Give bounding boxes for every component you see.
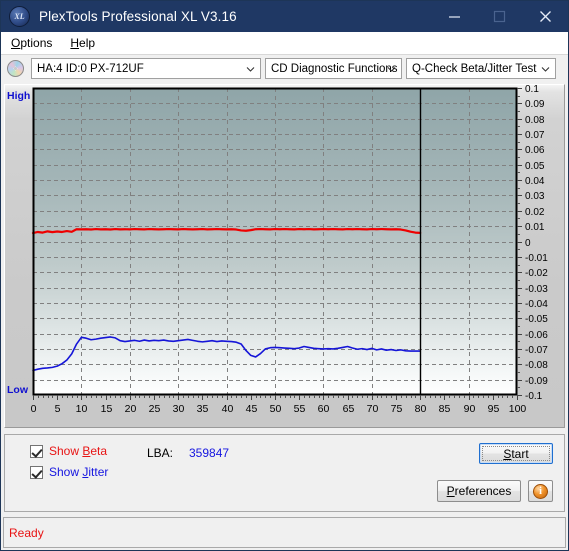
chart-panel: 0.1 0.09 0.08 0.07 0.06 0.05 0.04 0.03 0.02 0.01 0… xyxy=(4,84,565,428)
x-tick-label: 80 xyxy=(415,403,427,415)
menu-item-help[interactable]: Help xyxy=(62,33,103,53)
y-tick-label: -0.04 xyxy=(525,299,548,310)
show-beta-label: Show Beta xyxy=(49,445,107,458)
title-bar: XL PlexTools Professional XL V3.16 xyxy=(1,1,568,32)
y-tick-label: 0.07 xyxy=(525,130,545,141)
y-tick-label: -0.05 xyxy=(525,314,548,325)
y-tick-label: 0.02 xyxy=(525,207,545,218)
y-tick-label: -0.02 xyxy=(525,268,548,279)
start-button-inner: Start xyxy=(482,446,550,461)
chart-label-high: High xyxy=(7,90,31,102)
x-tick-label: 55 xyxy=(294,403,306,415)
x-tick-label: 45 xyxy=(246,403,258,415)
x-tick-label: 30 xyxy=(173,403,185,415)
info-icon-label: i xyxy=(539,485,542,497)
application-window: XL PlexTools Professional XL V3.16 Optio… xyxy=(0,0,569,551)
beta-jitter-chart: 0.1 0.09 0.08 0.07 0.06 0.05 0.04 0.03 0.02 0.01 0… xyxy=(5,84,568,429)
drive-select-value: HA:4 ID:0 PX-712UF xyxy=(37,62,144,75)
y-tick-label: 0.1 xyxy=(525,85,539,95)
info-button[interactable]: i xyxy=(528,480,553,502)
minimize-icon[interactable] xyxy=(432,1,477,32)
x-tick-label: 95 xyxy=(488,403,500,415)
menu-bar: Options Help xyxy=(1,32,568,55)
disc-icon xyxy=(7,60,24,77)
preferences-button[interactable]: Preferences xyxy=(437,480,521,502)
show-jitter-row[interactable]: Show Jitter xyxy=(30,466,108,479)
chevron-down-icon xyxy=(387,64,396,73)
function-select-value: CD Diagnostic Functions xyxy=(271,62,398,75)
show-beta-checkbox[interactable] xyxy=(30,445,43,458)
test-select[interactable]: Q-Check Beta/Jitter Test xyxy=(406,58,556,79)
close-icon[interactable] xyxy=(522,1,568,32)
y-tick-label: -0.1 xyxy=(525,391,543,402)
x-tick-label: 35 xyxy=(197,403,209,415)
function-select[interactable]: CD Diagnostic Functions xyxy=(265,58,402,79)
chart-label-low: Low xyxy=(7,384,28,396)
show-jitter-label-post: itter xyxy=(88,465,109,479)
y-tick-label: 0.05 xyxy=(525,161,545,172)
y-tick-label: -0.03 xyxy=(525,284,548,295)
chart-svg: 0.1 0.09 0.08 0.07 0.06 0.05 0.04 0.03 0.02 0.01 0… xyxy=(31,84,549,415)
preferences-button-label-accel: P xyxy=(446,484,455,498)
test-select-value: Q-Check Beta/Jitter Test xyxy=(412,62,537,75)
lba-value: 359847 xyxy=(189,446,230,460)
show-beta-label-post: eta xyxy=(90,444,108,458)
y-tick-label: 0.04 xyxy=(525,176,545,187)
controls-group: Show Beta Show Jitter LBA: 359847 Start … xyxy=(4,434,565,512)
maximize-icon[interactable] xyxy=(477,1,522,32)
show-beta-label-pre: Show xyxy=(49,444,83,458)
y-tick-label: 0.01 xyxy=(525,222,545,233)
menu-item-help-label: elp xyxy=(79,36,96,50)
start-button-label-accel: S xyxy=(503,446,512,461)
status-bar: Ready xyxy=(3,517,566,548)
y-tick-label: 0.08 xyxy=(525,115,545,126)
menu-item-options[interactable]: Options xyxy=(3,33,60,53)
x-tick-label: 60 xyxy=(318,403,330,415)
x-tick-label: 70 xyxy=(367,403,379,415)
show-jitter-label: Show Jitter xyxy=(49,466,108,479)
window-title: PlexTools Professional XL V3.16 xyxy=(39,9,237,24)
y-tick-label: -0.08 xyxy=(525,360,548,371)
chevron-down-icon xyxy=(541,64,550,73)
y-tick-label: 0.03 xyxy=(525,191,545,202)
show-jitter-label-pre: Show xyxy=(49,465,83,479)
x-tick-label: 40 xyxy=(222,403,234,415)
y-tick-label: -0.09 xyxy=(525,376,548,387)
y-tick-label: 0.09 xyxy=(525,99,545,110)
x-tick-label: 90 xyxy=(464,403,476,415)
info-icon: i xyxy=(533,483,548,499)
x-tick-label: 25 xyxy=(149,403,161,415)
y-tick-label: 0.06 xyxy=(525,145,545,156)
show-beta-row[interactable]: Show Beta xyxy=(30,445,107,458)
toolbar: HA:4 ID:0 PX-712UF CD Diagnostic Functio… xyxy=(1,55,568,82)
x-tick-label: 20 xyxy=(125,403,137,415)
chevron-down-icon xyxy=(246,64,255,73)
show-jitter-checkbox[interactable] xyxy=(30,466,43,479)
y-tick-label: 0 xyxy=(525,238,531,249)
preferences-button-label-post: references xyxy=(454,484,512,498)
y-tick-label: -0.06 xyxy=(525,330,548,341)
x-tick-label: 100 xyxy=(509,403,527,415)
drive-select[interactable]: HA:4 ID:0 PX-712UF xyxy=(31,58,261,79)
x-tick-label: 0 xyxy=(31,403,37,415)
y-tick-label: -0.07 xyxy=(525,345,548,356)
x-tick-label: 10 xyxy=(76,403,88,415)
x-tick-label: 5 xyxy=(55,403,61,415)
app-logo-icon: XL xyxy=(9,6,30,27)
window-controls xyxy=(432,1,568,32)
status-text: Ready xyxy=(9,525,44,540)
start-button-label-post: tart xyxy=(511,446,529,461)
x-tick-label: 75 xyxy=(391,403,403,415)
lba-label: LBA: xyxy=(147,446,174,460)
y-tick-label: -0.01 xyxy=(525,253,548,264)
app-logo-text: XL xyxy=(14,12,25,21)
x-tick-label: 15 xyxy=(101,403,113,415)
x-tick-label: 85 xyxy=(439,403,451,415)
start-button[interactable]: Start xyxy=(479,443,553,464)
menu-item-options-label: ptions xyxy=(20,36,53,50)
x-tick-label: 65 xyxy=(343,403,355,415)
x-tick-label: 50 xyxy=(270,403,282,415)
